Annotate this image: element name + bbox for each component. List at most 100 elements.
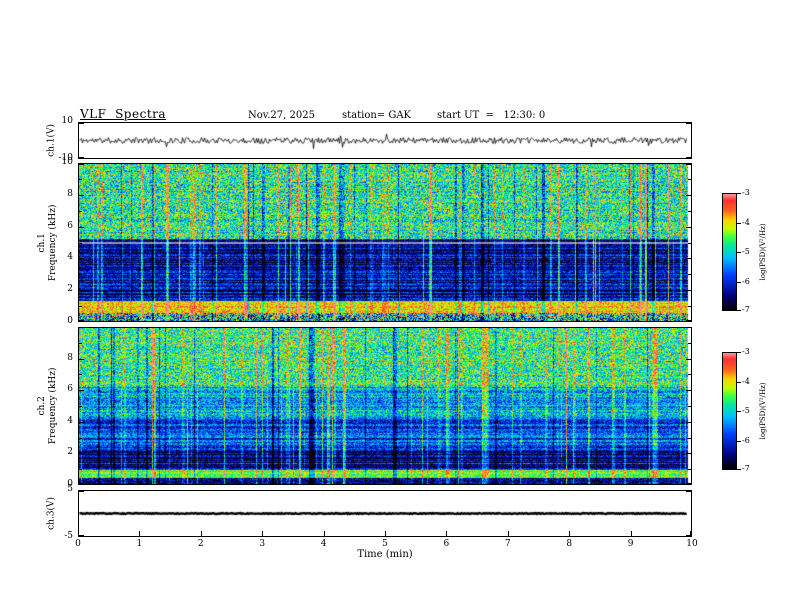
colorbar-tick-label: -6 [742, 435, 750, 445]
y-tick-mark [79, 390, 84, 392]
ch1-spectrogram-panel [78, 163, 692, 322]
y-tick-mark [79, 491, 84, 492]
ch1-waveform-panel [78, 122, 692, 159]
ch1-axis-label-line2: Frequency (kHz) [48, 204, 58, 281]
y-tick-label: 10 [61, 116, 73, 126]
y-minor-tick-mark [688, 437, 691, 439]
x-tick-mark [323, 531, 325, 536]
y-tick-label: 4 [67, 252, 73, 263]
colorbar-tick-mark [737, 352, 741, 353]
x-tick-mark [78, 531, 79, 536]
colorbar-tick-label: -4 [742, 217, 750, 227]
y-tick-label: 6 [67, 384, 73, 395]
y-minor-tick-mark [79, 306, 82, 308]
y-tick-mark [79, 535, 84, 536]
y-tick-mark [79, 320, 84, 321]
colorbar-tick-mark [737, 222, 741, 224]
y-minor-tick-mark [79, 469, 82, 471]
colorbar-tick-mark [737, 381, 741, 383]
y-tick-mark [686, 164, 691, 165]
x-tick-label: 3 [259, 539, 266, 549]
y-tick-mark [79, 453, 84, 455]
x-tick-mark [262, 531, 264, 536]
colorbar-tick-label: -5 [742, 247, 750, 256]
colorbar-ch1-label: log(PSD)(V²/Hz) [759, 223, 767, 281]
colorbar-tick-label: -7 [742, 305, 750, 314]
y-minor-tick-mark [79, 374, 82, 376]
y-tick-mark [79, 123, 84, 124]
x-axis-title: Time (min) [357, 549, 413, 560]
colorbar-ch2-label: log(PSD)(V²/Hz) [759, 382, 767, 440]
y-minor-tick-mark [79, 242, 82, 244]
ch1-frequency-axis-label: ch.1 Frequency (kHz) [37, 187, 59, 297]
colorbar-tick-label: -7 [742, 464, 750, 473]
colorbar-ch1 [722, 193, 737, 311]
y-minor-tick-mark [79, 342, 82, 344]
x-tick-mark [200, 531, 202, 536]
y-tick-mark [686, 390, 691, 392]
y-tick-mark [686, 421, 691, 423]
ch2-frequency-axis-label: ch.2 Frequency (kHz) [37, 351, 59, 461]
ch3-waveform-canvas [79, 491, 691, 536]
y-tick-label: 8 [67, 352, 73, 363]
colorbar-tick-mark [737, 310, 741, 311]
y-minor-tick-mark [79, 406, 82, 407]
y-tick-mark [686, 258, 691, 260]
y-tick-mark [79, 194, 84, 196]
ch3-voltage-axis-label: ch.3(V) [46, 496, 57, 530]
ch2-spectrogram-canvas [79, 328, 691, 484]
ch1-waveform-canvas [79, 123, 691, 158]
y-minor-tick-mark [79, 210, 82, 212]
y-tick-label: 8 [67, 188, 73, 199]
y-minor-tick-mark [688, 274, 691, 276]
colorbar-tick-label: -3 [742, 188, 750, 197]
y-tick-mark [79, 157, 84, 158]
x-tick-label: 5 [382, 539, 388, 549]
ch3-waveform-panel [78, 490, 692, 537]
colorbar-tick-mark [737, 281, 741, 283]
y-tick-label: 10 [61, 157, 73, 167]
y-tick-mark [79, 290, 84, 292]
y-tick-mark [79, 421, 84, 423]
ch1-voltage-axis-label: ch.1(V) [46, 123, 57, 157]
colorbar-tick-mark [737, 252, 741, 253]
x-tick-mark [385, 531, 386, 536]
y-minor-tick-mark [688, 210, 691, 212]
y-tick-mark [686, 491, 691, 492]
plot-area: ch.1(V) ch.1 Frequency (kHz) ch.2 Freque… [0, 0, 792, 612]
y-minor-tick-mark [79, 274, 82, 276]
vlf-spectra-figure: VLF Spectra Nov.27, 2025 station= GAK st… [0, 0, 792, 612]
y-tick-mark [79, 358, 84, 360]
x-tick-label: 9 [627, 539, 634, 549]
x-tick-mark [139, 531, 141, 536]
x-tick-label: 10 [686, 539, 698, 549]
y-tick-label: 2 [67, 447, 73, 458]
colorbar-ch2-canvas [723, 353, 736, 469]
y-tick-mark [686, 358, 691, 360]
x-tick-mark [690, 531, 691, 536]
y-minor-tick-mark [688, 374, 691, 376]
colorbar-tick-mark [737, 440, 741, 442]
x-tick-label: 8 [566, 539, 573, 549]
x-tick-mark [507, 531, 509, 536]
x-tick-label: 6 [443, 539, 450, 549]
ch2-axis-label-line1: ch.2 [37, 396, 48, 416]
colorbar-tick-label: -3 [742, 347, 750, 356]
y-tick-mark [686, 453, 691, 455]
y-tick-mark [79, 226, 84, 228]
y-tick-mark [79, 483, 84, 484]
y-minor-tick-mark [688, 306, 691, 308]
y-tick-mark [79, 258, 84, 260]
y-tick-mark [686, 320, 691, 321]
y-tick-mark [686, 226, 691, 228]
y-tick-mark [686, 194, 691, 196]
x-tick-mark [630, 531, 632, 536]
y-tick-mark [686, 157, 691, 158]
y-tick-label: 4 [67, 415, 73, 426]
y-tick-label: 5 [67, 484, 73, 494]
ch1-axis-label-line1: ch.1 [37, 232, 48, 253]
y-minor-tick-mark [688, 178, 691, 180]
colorbar-tick-mark [737, 193, 741, 194]
y-tick-mark [686, 483, 691, 484]
ch2-axis-label-line2: Frequency (kHz) [48, 367, 58, 445]
